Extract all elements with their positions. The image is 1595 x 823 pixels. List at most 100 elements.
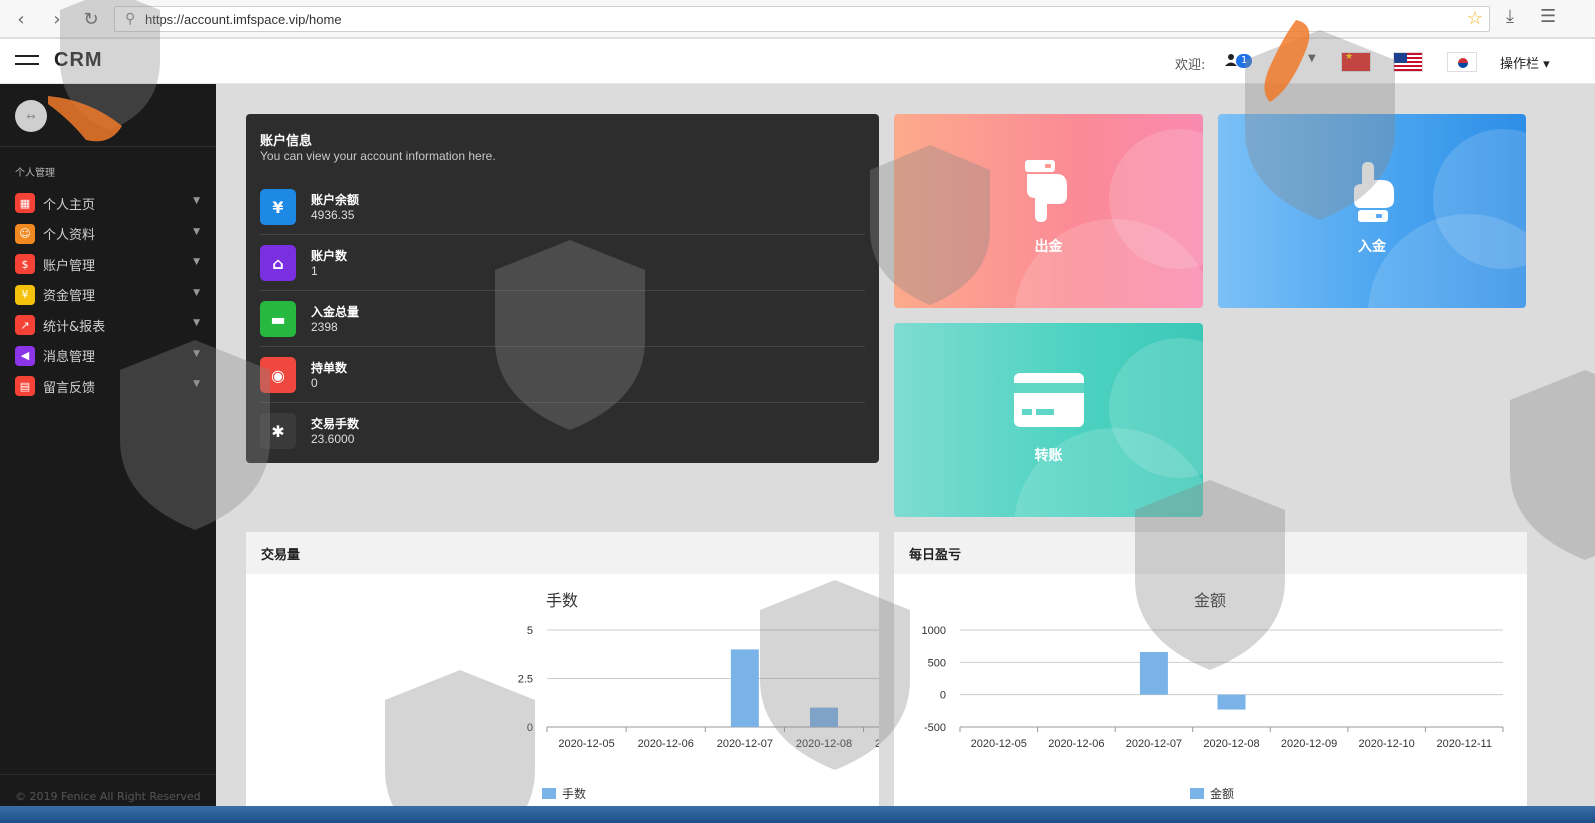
- x-tick-label: 2020-12-10: [1359, 738, 1415, 750]
- x-tick-label: 2020-12-06: [1048, 738, 1104, 750]
- sidebar-item-label: 账户管理: [43, 258, 96, 274]
- x-tick-label: 2020-12-05: [558, 738, 614, 750]
- forward-icon[interactable]: ›: [42, 4, 72, 34]
- hand-down-icon: [1025, 160, 1067, 222]
- trading-volume-chart: 手数 0 2.5 5 2020-12-05 2020-12-06 2020-12-07 202…: [518, 591, 879, 801]
- chart-line-icon: ↗: [15, 315, 35, 336]
- legend-label: 手数: [562, 786, 586, 801]
- x-tick-label: 2020-12-06: [638, 738, 694, 750]
- account-row-value: 2398: [311, 320, 338, 334]
- search-icon: ⚲: [125, 10, 136, 26]
- bar: [730, 649, 759, 727]
- store-icon: ⌂: [260, 245, 296, 281]
- sidebar-item-reports[interactable]: ↗ 统计&报表 ▼: [0, 310, 216, 341]
- us-flag-icon[interactable]: [1393, 52, 1423, 72]
- grid-icon: ▦: [15, 193, 35, 214]
- x-tick-label: 2020-12-11: [1436, 738, 1491, 750]
- chevron-down-icon: ▼: [193, 257, 200, 267]
- sidebar-item-label: 资金管理: [43, 289, 96, 305]
- account-row-value: 0: [311, 376, 318, 390]
- chart-title: 金额: [1194, 591, 1226, 610]
- sidebar-item-home[interactable]: ▦ 个人主页 ▼: [0, 188, 216, 219]
- brand-logo: CRM: [54, 49, 103, 71]
- trading-volume-title: 交易量: [246, 532, 879, 574]
- y-tick-label: -500: [924, 722, 946, 734]
- megaphone-icon: ◀: [15, 345, 35, 366]
- account-info-row: ⌂ 账户数 1: [260, 235, 865, 291]
- trading-volume-panel: 交易量 手数 0 2.5 5 2020-12-05 2020-12-06 2020-12-0…: [246, 532, 879, 823]
- withdraw-card[interactable]: 出金: [894, 114, 1203, 308]
- china-flag-icon[interactable]: [1341, 52, 1371, 72]
- chevron-down-icon: ▼: [193, 318, 200, 328]
- korea-flag-icon[interactable]: [1447, 52, 1477, 72]
- sidebar-item-accounts[interactable]: $ 账户管理 ▼: [0, 249, 216, 280]
- os-taskbar: [0, 806, 1595, 823]
- account-info-panel: 账户信息 You can view your account informati…: [246, 114, 879, 463]
- sidebar-footer: © 2019 Fenice All Right Reserved: [15, 790, 201, 803]
- browser-menu-icon[interactable]: ☰: [1540, 6, 1556, 27]
- x-tick-label: 2020-12-07: [717, 738, 773, 750]
- account-info-row: ✱ 交易手数 23.6000: [260, 403, 865, 459]
- sidebar-item-label: 个人主页: [43, 197, 96, 213]
- x-tick-label: 2020-12-05: [971, 738, 1027, 750]
- chevron-down-icon: ▼: [193, 379, 200, 389]
- card-icon: ▬: [260, 301, 296, 337]
- avatar[interactable]: ↔: [15, 100, 47, 132]
- sidebar-item-feedback[interactable]: ▤ 留言反馈 ▼: [0, 371, 216, 402]
- chevron-down-icon: ▼: [193, 196, 200, 206]
- dollar-icon: $: [15, 254, 35, 275]
- url-text: https://account.imfspace.vip/home: [145, 11, 342, 27]
- daily-pnl-title: 每日盈亏: [894, 532, 1527, 574]
- account-row-label: 持单数: [311, 361, 348, 375]
- x-tick-label: 2020-12-08: [1203, 738, 1259, 750]
- daily-pnl-chart: 金额 -500 0 500 1000 2020-12-05 2020-12-06 2020-1…: [922, 591, 1504, 801]
- x-tick-label: 2020-12-07: [1126, 738, 1182, 750]
- account-row-label: 账户数: [311, 249, 348, 263]
- address-bar[interactable]: ⚲ https://account.imfspace.vip/home ☆: [114, 6, 1490, 32]
- account-info-subtitle: You can view your account information he…: [260, 149, 496, 163]
- x-tick-label: 2020-12-08: [796, 738, 852, 750]
- sidebar-item-messages[interactable]: ◀ 消息管理 ▼: [0, 341, 216, 372]
- sidebar-item-funds[interactable]: ¥ 资金管理 ▼: [0, 280, 216, 311]
- deposit-card[interactable]: 入金: [1218, 114, 1526, 308]
- sidebar-menu: ▦ 个人主页 ▼ ☺ 个人资料 ▼ $ 账户管理 ▼ ¥ 资金管理 ▼ ↗ 统计…: [0, 188, 216, 402]
- sidebar-divider: [0, 146, 216, 147]
- menu-toggle-icon[interactable]: [15, 55, 39, 67]
- sidebar-item-label: 个人资料: [43, 228, 96, 244]
- user-dropdown-caret-icon[interactable]: ▼: [1308, 53, 1316, 64]
- hand-up-icon: [1354, 162, 1394, 222]
- account-info-title: 账户信息: [260, 134, 313, 149]
- withdraw-label: 出金: [1034, 239, 1063, 255]
- daily-pnl-panel: 每日盈亏 金额 -500 0 500 1000 2020-12-05 2020-12-06 2…: [894, 532, 1527, 823]
- y-tick-label: 500: [928, 657, 946, 669]
- sidebar-item-label: 消息管理: [43, 350, 96, 366]
- clipboard-icon: ▤: [15, 376, 35, 397]
- back-icon[interactable]: ‹: [6, 4, 36, 34]
- legend-swatch: [542, 788, 556, 799]
- bookmark-star-icon[interactable]: ☆: [1467, 8, 1483, 29]
- sidebar-section-title: 个人管理: [15, 168, 55, 179]
- y-tick-label: 0: [940, 690, 946, 702]
- yen-icon: ¥: [15, 284, 35, 305]
- reload-icon[interactable]: ↻: [76, 4, 106, 34]
- yen-icon: ¥: [260, 189, 296, 225]
- operations-menu[interactable]: 操作栏 ▾: [1500, 53, 1550, 72]
- chevron-down-icon: ▼: [193, 287, 200, 298]
- bar: [810, 707, 838, 727]
- download-icon[interactable]: ⤓: [1506, 6, 1514, 27]
- transfer-card[interactable]: 转账: [894, 323, 1203, 517]
- account-row-value: 4936.35: [311, 208, 355, 222]
- account-row-label: 账户余额: [311, 193, 360, 207]
- chart-title: 手数: [546, 591, 578, 610]
- gear-icon: ✱: [260, 413, 296, 449]
- sidebar-item-profile[interactable]: ☺ 个人资料 ▼: [0, 219, 216, 250]
- chevron-down-icon: ▼: [193, 348, 200, 359]
- welcome-label: 欢迎:: [1175, 58, 1206, 73]
- account-info-row: ◉ 持单数 0: [260, 347, 865, 403]
- user-notification-badge[interactable]: 1: [1236, 54, 1253, 68]
- sidebar-item-label: 统计&报表: [43, 319, 106, 335]
- x-tick-label: 2020-12-09: [875, 738, 879, 750]
- account-info-row: ▬ 入金总量 2398: [260, 291, 865, 347]
- chat-icon: ◉: [260, 357, 296, 393]
- sidebar: ↔ 个人管理 ▦ 个人主页 ▼ ☺ 个人资料 ▼ $ 账户管理 ▼ ¥ 资金管理…: [0, 84, 216, 823]
